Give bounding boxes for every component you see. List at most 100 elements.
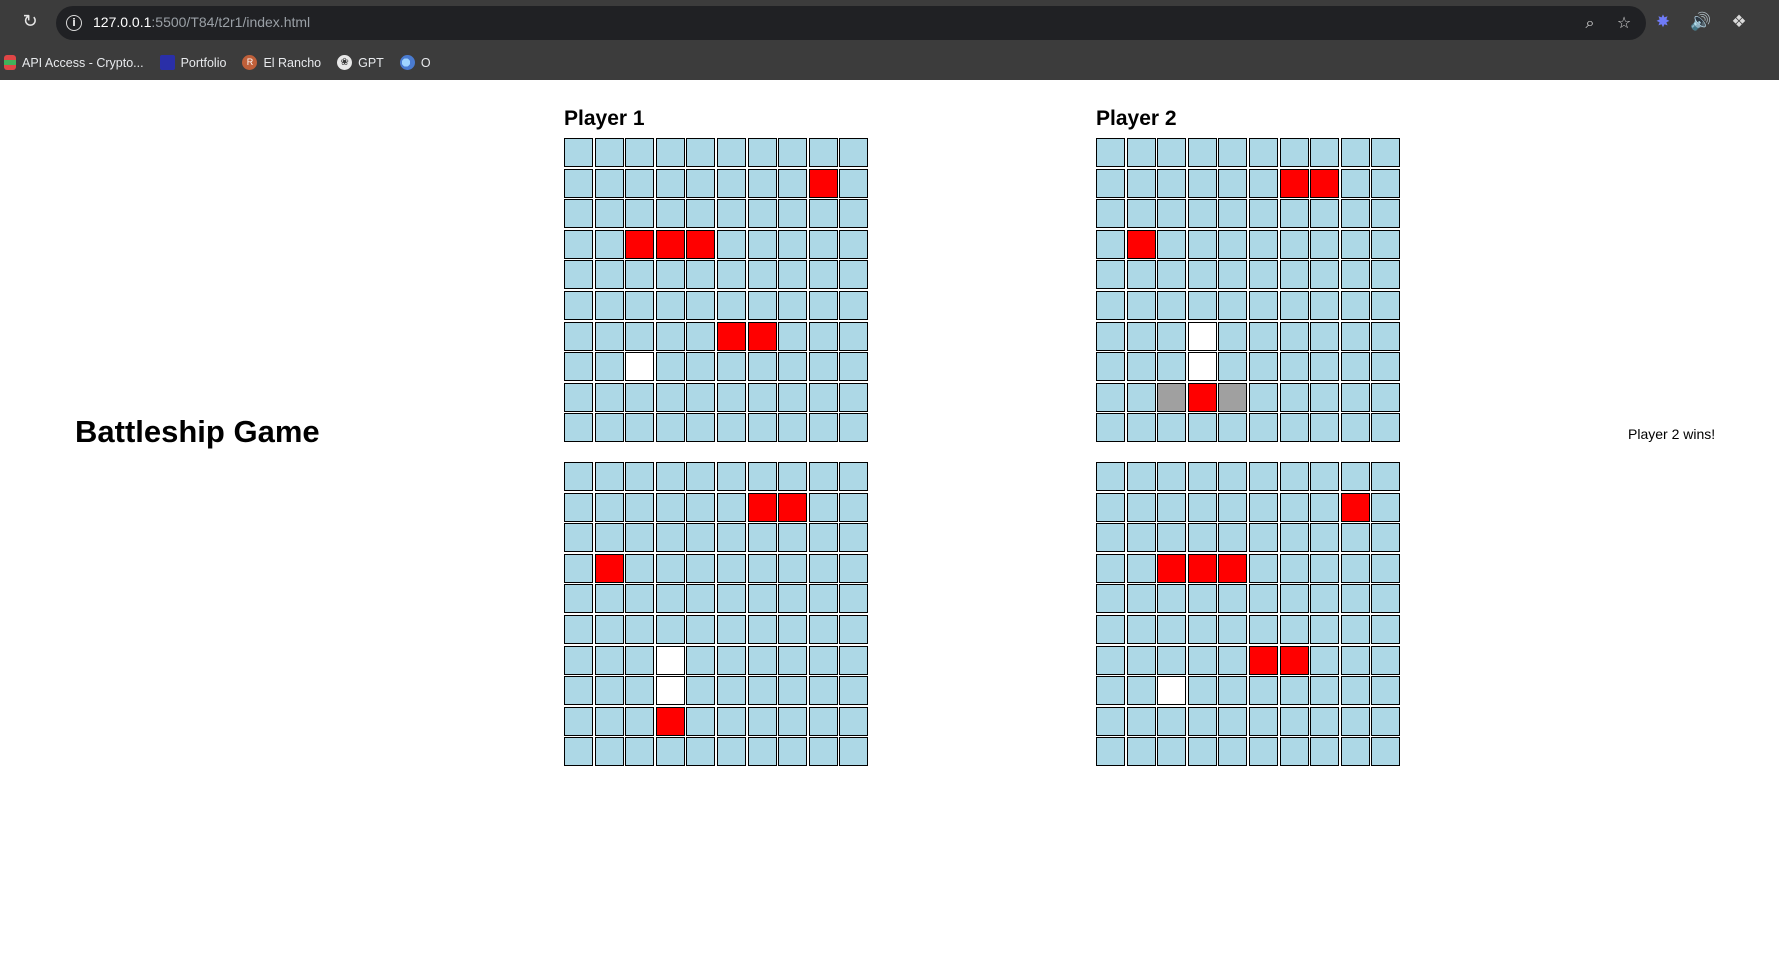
- grid-cell-water[interactable]: [809, 352, 838, 381]
- grid-cell-water[interactable]: [656, 352, 685, 381]
- grid-cell-water[interactable]: [839, 523, 868, 552]
- grid-cell-water[interactable]: [656, 383, 685, 412]
- grid-cell-water[interactable]: [1157, 199, 1186, 228]
- grid-cell-water[interactable]: [1371, 462, 1400, 491]
- grid-cell-water[interactable]: [717, 169, 746, 198]
- grid-cell-hit[interactable]: [778, 493, 807, 522]
- grid-cell-water[interactable]: [839, 584, 868, 613]
- grid-cell-hit[interactable]: [595, 554, 624, 583]
- grid-cell-water[interactable]: [625, 646, 654, 675]
- grid-cell-water[interactable]: [564, 383, 593, 412]
- grid-cell-water[interactable]: [809, 646, 838, 675]
- grid-cell-water[interactable]: [686, 554, 715, 583]
- grid-cell-water[interactable]: [595, 523, 624, 552]
- grid-cell-water[interactable]: [1096, 322, 1125, 351]
- grid-cell-water[interactable]: [717, 707, 746, 736]
- grid-cell-hit[interactable]: [1310, 169, 1339, 198]
- grid-cell-water[interactable]: [1341, 584, 1370, 613]
- grid-cell-water[interactable]: [1310, 707, 1339, 736]
- grid-cell-water[interactable]: [564, 260, 593, 289]
- grid-cell-water[interactable]: [1127, 646, 1156, 675]
- grid-cell-water[interactable]: [564, 523, 593, 552]
- grid-cell-water[interactable]: [1096, 352, 1125, 381]
- grid-cell-water[interactable]: [595, 291, 624, 320]
- grid-cell-hit[interactable]: [686, 230, 715, 259]
- grid-cell-water[interactable]: [595, 322, 624, 351]
- grid-cell-water[interactable]: [564, 615, 593, 644]
- grid-cell-water[interactable]: [1127, 322, 1156, 351]
- grid-cell-water[interactable]: [656, 554, 685, 583]
- grid-cell-water[interactable]: [564, 737, 593, 766]
- grid-cell-hit[interactable]: [1249, 646, 1278, 675]
- grid-cell-water[interactable]: [1157, 584, 1186, 613]
- grid-cell-water[interactable]: [686, 584, 715, 613]
- grid-cell-water[interactable]: [1127, 462, 1156, 491]
- grid-cell-water[interactable]: [1157, 493, 1186, 522]
- grid-cell-water[interactable]: [1127, 260, 1156, 289]
- grid-cell-water[interactable]: [1188, 260, 1217, 289]
- grid-cell-water[interactable]: [778, 322, 807, 351]
- grid-cell-water[interactable]: [1096, 584, 1125, 613]
- grid-cell-water[interactable]: [1371, 169, 1400, 198]
- grid-cell-ship[interactable]: [1157, 383, 1186, 412]
- grid-cell-water[interactable]: [595, 707, 624, 736]
- grid-cell-water[interactable]: [778, 737, 807, 766]
- grid-cell-water[interactable]: [839, 646, 868, 675]
- grid-cell-water[interactable]: [717, 260, 746, 289]
- grid-cell-water[interactable]: [1280, 383, 1309, 412]
- grid-cell-water[interactable]: [809, 230, 838, 259]
- grid-cell-water[interactable]: [1188, 615, 1217, 644]
- grid-cell-water[interactable]: [1249, 322, 1278, 351]
- grid-cell-water[interactable]: [625, 322, 654, 351]
- grid-cell-water[interactable]: [1249, 493, 1278, 522]
- grid-cell-water[interactable]: [595, 462, 624, 491]
- grid-cell-water[interactable]: [809, 707, 838, 736]
- grid-cell-water[interactable]: [564, 676, 593, 705]
- grid-cell-water[interactable]: [717, 523, 746, 552]
- grid-cell-water[interactable]: [1188, 676, 1217, 705]
- grid-cell-water[interactable]: [1371, 676, 1400, 705]
- grid-cell-water[interactable]: [564, 291, 593, 320]
- grid-cell-hit[interactable]: [1157, 554, 1186, 583]
- grid-cell-water[interactable]: [1371, 138, 1400, 167]
- grid-cell-water[interactable]: [656, 199, 685, 228]
- grid-cell-water[interactable]: [1218, 291, 1247, 320]
- grid-cell-water[interactable]: [1249, 291, 1278, 320]
- grid-cell-water[interactable]: [686, 291, 715, 320]
- grid-cell-water[interactable]: [1249, 523, 1278, 552]
- grid-cell-water[interactable]: [1218, 138, 1247, 167]
- grid-cell-water[interactable]: [1249, 707, 1278, 736]
- grid-cell-water[interactable]: [595, 584, 624, 613]
- grid-cell-water[interactable]: [1280, 462, 1309, 491]
- grid-cell-water[interactable]: [1218, 462, 1247, 491]
- grid-cell-water[interactable]: [839, 615, 868, 644]
- bookmark-portfolio[interactable]: Portfolio: [159, 55, 226, 70]
- grid-cell-water[interactable]: [1096, 230, 1125, 259]
- grid-cell-water[interactable]: [1341, 523, 1370, 552]
- grid-cell-water[interactable]: [809, 493, 838, 522]
- grid-cell-water[interactable]: [564, 646, 593, 675]
- grid-cell-water[interactable]: [1249, 138, 1278, 167]
- grid-cell-water[interactable]: [595, 413, 624, 442]
- grid-cell-water[interactable]: [1157, 169, 1186, 198]
- grid-cell-water[interactable]: [717, 584, 746, 613]
- grid-cell-water[interactable]: [1371, 707, 1400, 736]
- grid-cell-water[interactable]: [1341, 291, 1370, 320]
- grid-cell-water[interactable]: [809, 737, 838, 766]
- grid-cell-water[interactable]: [1310, 676, 1339, 705]
- grid-cell-water[interactable]: [1188, 646, 1217, 675]
- grid-cell-water[interactable]: [839, 737, 868, 766]
- grid-cell-water[interactable]: [1157, 707, 1186, 736]
- grid-cell-water[interactable]: [717, 737, 746, 766]
- grid-cell-water[interactable]: [839, 383, 868, 412]
- grid-cell-water[interactable]: [778, 169, 807, 198]
- grid-cell-water[interactable]: [839, 199, 868, 228]
- grid-cell-water[interactable]: [1096, 615, 1125, 644]
- grid-cell-water[interactable]: [625, 291, 654, 320]
- grid-cell-water[interactable]: [625, 707, 654, 736]
- grid-cell-water[interactable]: [1310, 493, 1339, 522]
- grid-cell-water[interactable]: [1249, 230, 1278, 259]
- grid-cell-water[interactable]: [1371, 615, 1400, 644]
- grid-cell-miss[interactable]: [656, 646, 685, 675]
- grid-cell-water[interactable]: [1096, 554, 1125, 583]
